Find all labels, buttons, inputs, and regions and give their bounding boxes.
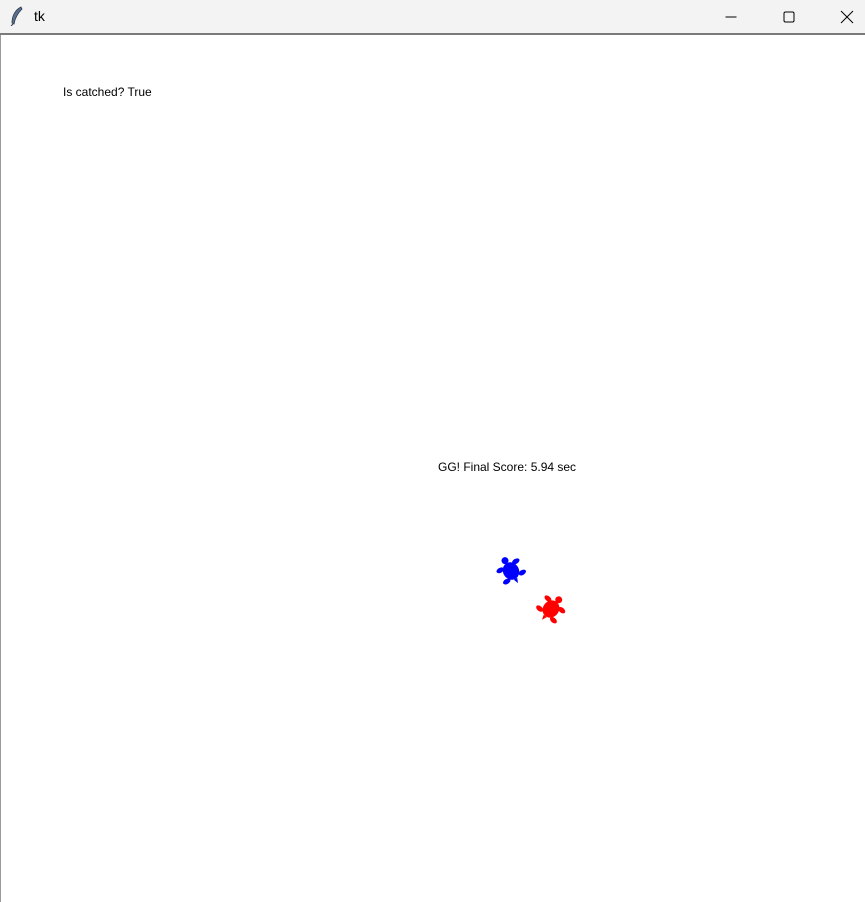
game-canvas[interactable]: Is catched? True GG! Final Score: 5.94 s… [0,35,865,902]
close-icon [840,10,854,23]
window-title: tk [34,8,45,24]
runner-turtle [536,595,566,624]
chaser-turtle [496,557,526,585]
catch-status-text: Is catched? True [63,85,152,99]
final-score-text: GG! Final Score: 5.94 sec [438,460,577,474]
maximize-icon [783,11,795,22]
minimize-icon [725,16,737,17]
maximize-button[interactable] [766,0,812,33]
app-window: tk Is catched? True GG! Final Score: 5.9… [0,0,865,902]
title-bar[interactable]: tk [0,0,865,35]
close-button[interactable] [824,0,865,33]
minimize-button[interactable] [708,0,754,33]
turtle-icon [536,595,566,624]
turtle-icon [496,557,526,585]
feather-icon [10,6,23,26]
